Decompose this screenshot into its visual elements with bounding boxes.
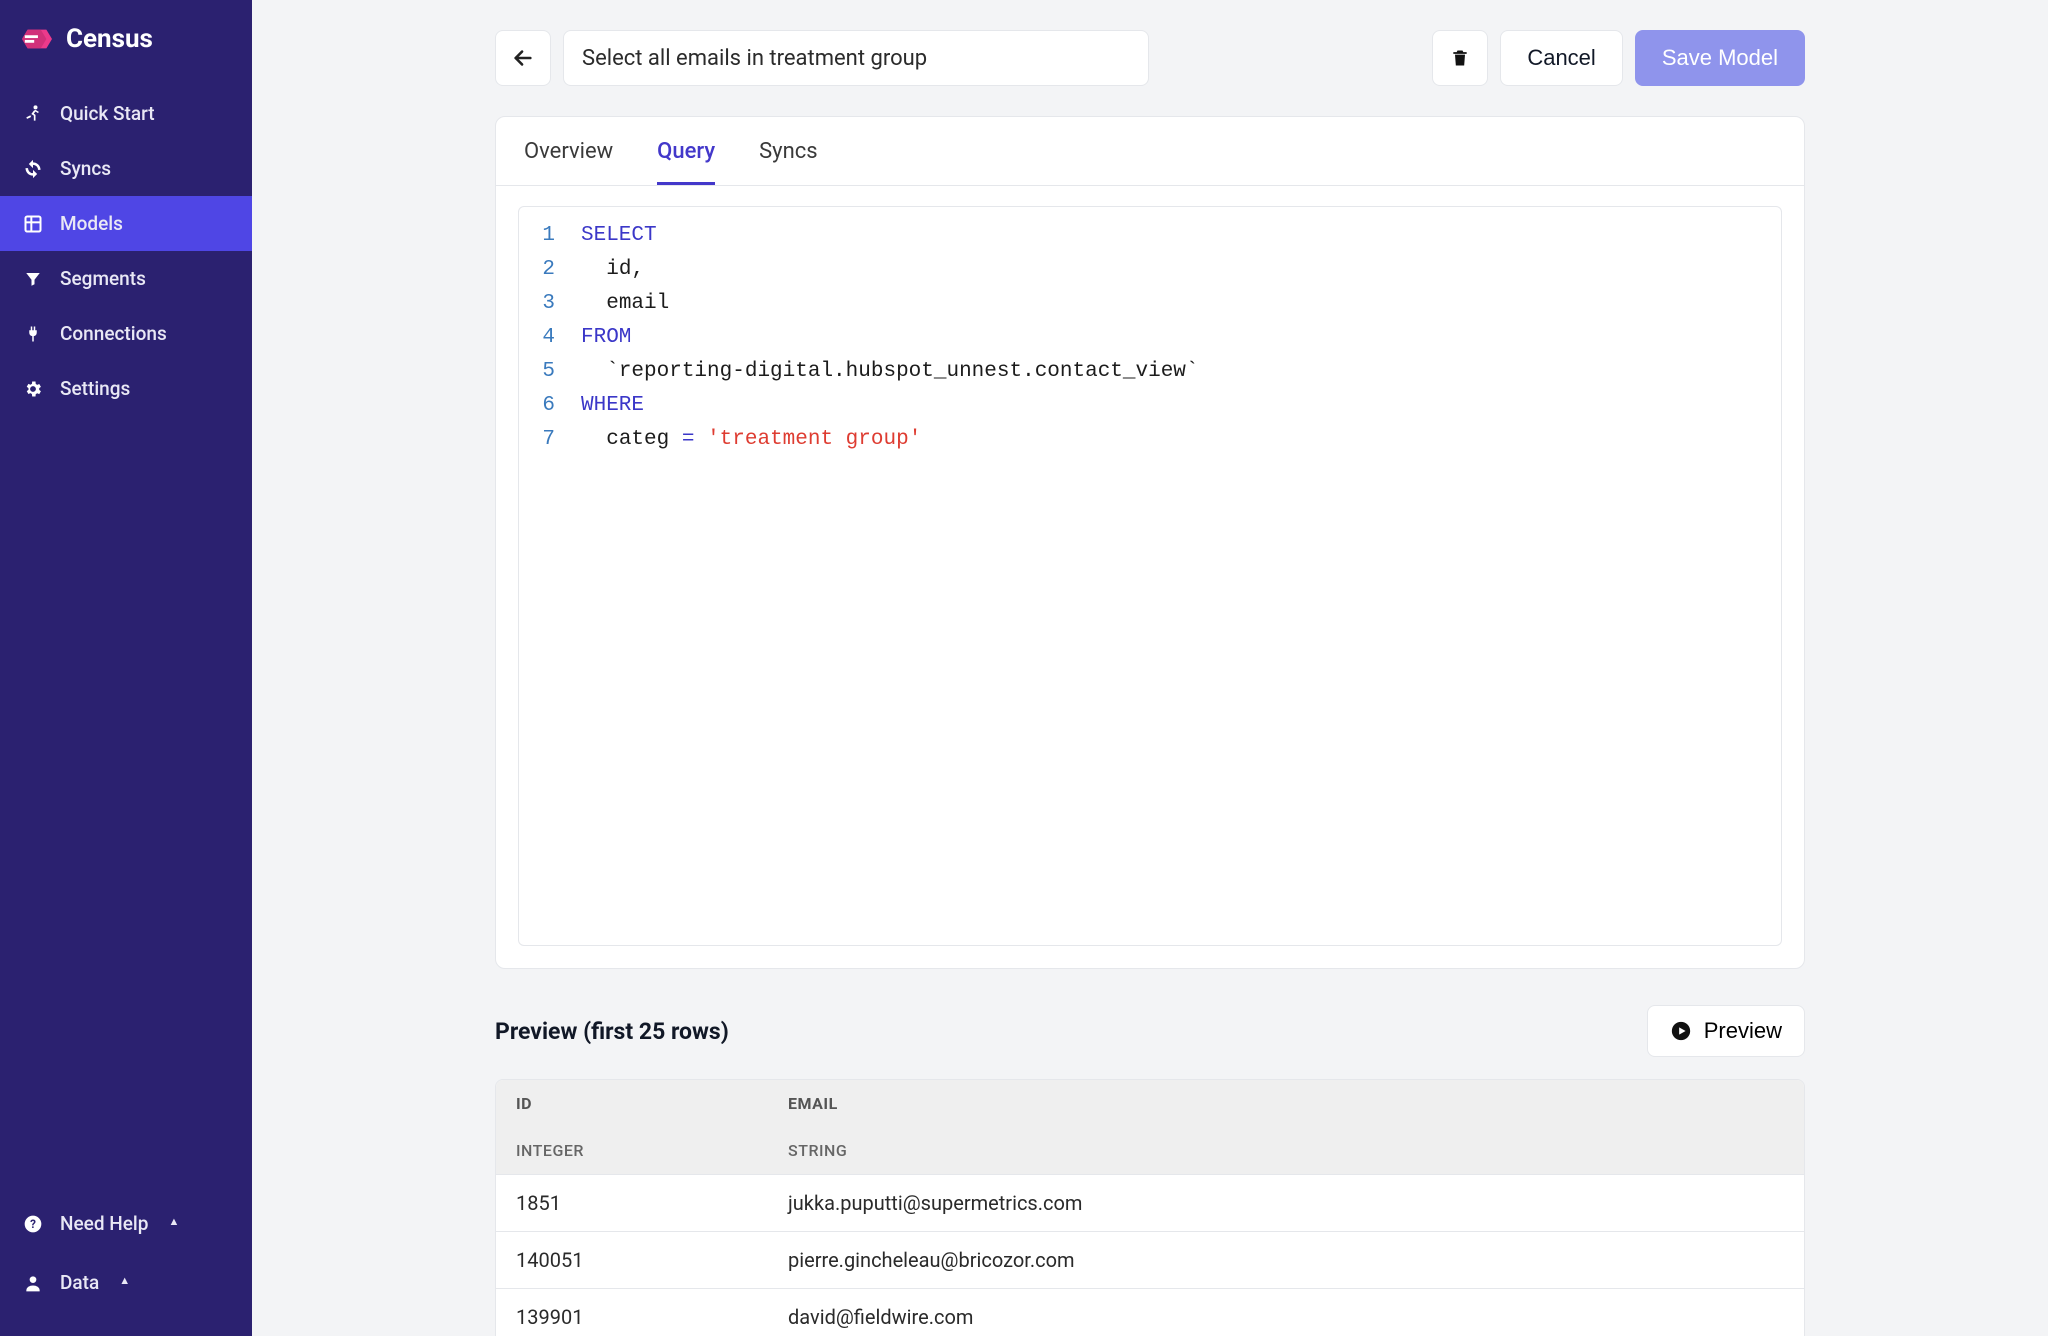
trash-icon	[1450, 47, 1470, 69]
back-button[interactable]	[495, 30, 551, 86]
cell-id: 1851	[496, 1175, 768, 1231]
svg-text:?: ?	[30, 1217, 36, 1231]
running-icon	[22, 104, 44, 124]
tab-label: Query	[657, 139, 715, 164]
table-row[interactable]: 1851jukka.puputti@supermetrics.com	[496, 1174, 1804, 1231]
brand-logo-icon	[22, 24, 52, 54]
main-content: Select all emails in treatment group Can…	[252, 0, 2048, 1336]
column-type-id: INTEGER	[496, 1127, 768, 1174]
help-icon: ?	[22, 1214, 44, 1234]
sidebar-item-label: Data	[60, 1271, 99, 1294]
sidebar: Census Quick Start Syncs Models	[0, 0, 252, 1336]
preview-table: ID EMAIL INTEGER STRING 1851jukka.puputt…	[495, 1079, 1805, 1336]
cell-id: 139901	[496, 1289, 768, 1336]
sidebar-nav: Quick Start Syncs Models Segments	[0, 72, 252, 416]
cell-email: david@fieldwire.com	[768, 1289, 1804, 1336]
model-tabs: Overview Query Syncs	[496, 117, 1804, 186]
table-row[interactable]: 140051pierre.gincheleau@bricozor.com	[496, 1231, 1804, 1288]
sidebar-item-label: Segments	[60, 267, 146, 290]
sidebar-item-label: Quick Start	[60, 102, 155, 125]
table-body: 1851jukka.puputti@supermetrics.com140051…	[496, 1174, 1804, 1336]
sql-editor[interactable]: 1 2 3 4 5 6 7 SELECT id, email FROM `rep…	[518, 206, 1782, 946]
cancel-button[interactable]: Cancel	[1500, 30, 1622, 86]
sidebar-item-models[interactable]: Models	[0, 196, 252, 251]
sql-code[interactable]: SELECT id, email FROM `reporting-digital…	[565, 207, 1215, 945]
chevron-up-icon: ▲	[168, 1215, 179, 1228]
column-type-email: STRING	[768, 1127, 1804, 1174]
delete-button[interactable]	[1432, 30, 1488, 86]
user-icon	[22, 1273, 44, 1293]
cell-email: jukka.puputti@supermetrics.com	[768, 1175, 1804, 1231]
sidebar-item-segments[interactable]: Segments	[0, 251, 252, 306]
cancel-label: Cancel	[1527, 45, 1595, 71]
brand: Census	[0, 0, 252, 72]
tab-query[interactable]: Query	[657, 139, 715, 185]
tab-label: Overview	[524, 139, 613, 164]
sidebar-item-label: Syncs	[60, 157, 111, 180]
plug-icon	[22, 324, 44, 344]
sidebar-item-data[interactable]: Data ▲	[0, 1253, 252, 1312]
preview-button[interactable]: Preview	[1647, 1005, 1805, 1057]
funnel-icon	[22, 270, 44, 288]
brand-name: Census	[66, 24, 153, 54]
save-model-button[interactable]: Save Model	[1635, 30, 1805, 86]
model-header: Select all emails in treatment group Can…	[495, 0, 1805, 86]
model-panel: Overview Query Syncs 1 2 3 4 5 6 7 SELEC…	[495, 116, 1805, 969]
tab-label: Syncs	[759, 139, 818, 164]
gear-icon	[22, 379, 44, 399]
table-row[interactable]: 139901david@fieldwire.com	[496, 1288, 1804, 1336]
sidebar-footer: ? Need Help ▲ Data ▲	[0, 1194, 252, 1336]
preview-header: Preview (first 25 rows) Preview	[495, 1005, 1805, 1057]
sidebar-item-label: Models	[60, 212, 123, 235]
model-name-value: Select all emails in treatment group	[582, 46, 927, 71]
sidebar-item-label: Settings	[60, 377, 130, 400]
line-gutter: 1 2 3 4 5 6 7	[519, 207, 565, 945]
sync-icon	[22, 159, 44, 179]
play-icon	[1670, 1020, 1692, 1042]
sidebar-item-label: Need Help	[60, 1212, 148, 1235]
model-name-input[interactable]: Select all emails in treatment group	[563, 30, 1149, 86]
tab-overview[interactable]: Overview	[524, 139, 613, 185]
sidebar-item-settings[interactable]: Settings	[0, 361, 252, 416]
cell-id: 140051	[496, 1232, 768, 1288]
sidebar-item-syncs[interactable]: Syncs	[0, 141, 252, 196]
tab-syncs[interactable]: Syncs	[759, 139, 818, 185]
table-head: ID EMAIL INTEGER STRING	[496, 1080, 1804, 1174]
sidebar-item-need-help[interactable]: ? Need Help ▲	[0, 1194, 252, 1253]
arrow-left-icon	[512, 47, 534, 69]
column-header-email[interactable]: EMAIL	[768, 1080, 1804, 1127]
save-label: Save Model	[1662, 45, 1778, 71]
grid-icon	[22, 214, 44, 234]
chevron-up-icon: ▲	[119, 1274, 130, 1287]
sidebar-item-label: Connections	[60, 322, 167, 345]
preview-title: Preview (first 25 rows)	[495, 1018, 729, 1045]
sidebar-item-quick-start[interactable]: Quick Start	[0, 86, 252, 141]
preview-button-label: Preview	[1704, 1018, 1782, 1044]
column-header-id[interactable]: ID	[496, 1080, 768, 1127]
sidebar-item-connections[interactable]: Connections	[0, 306, 252, 361]
cell-email: pierre.gincheleau@bricozor.com	[768, 1232, 1804, 1288]
